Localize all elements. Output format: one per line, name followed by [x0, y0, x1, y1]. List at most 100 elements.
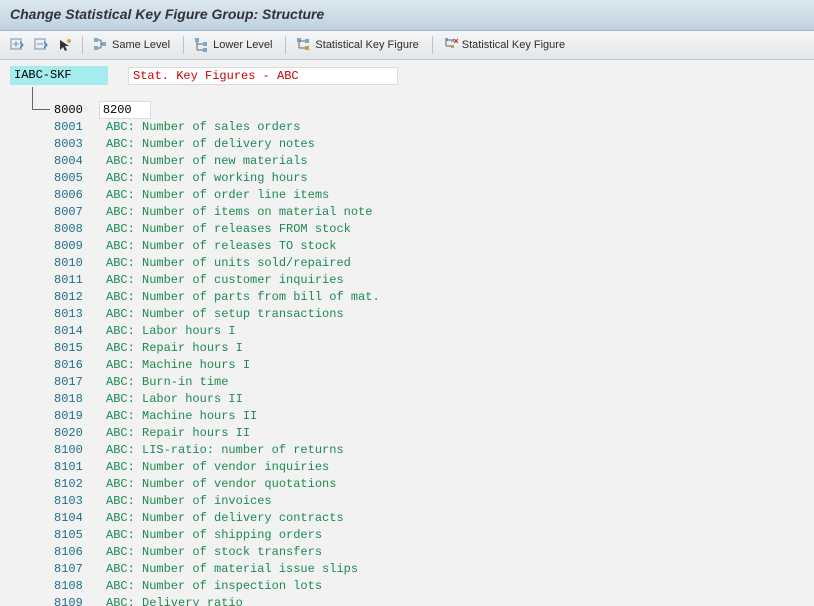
expand-all-button[interactable]	[6, 34, 28, 56]
stat-key-figure-row[interactable]: 8102 ABC: Number of vendor quotations	[54, 476, 814, 493]
stat-key-figure-row[interactable]: 8020ABC: Repair hours II	[54, 425, 814, 442]
stat-key-figure-row[interactable]: 8006 ABC: Number of order line items	[54, 187, 814, 204]
stat-key-figure-desc: ABC: Number of items on material note	[106, 205, 372, 219]
stat-key-figure-desc: ABC: Number of vendor quotations	[106, 477, 336, 491]
tree-line-horizontal	[32, 109, 50, 110]
collapse-all-icon	[34, 38, 48, 52]
stat-key-figure-row[interactable]: 8019 ABC: Machine hours II	[54, 408, 814, 425]
stat-key-figure-row[interactable]: 8109 ABC: Delivery ratio	[54, 595, 814, 606]
stat-key-figure-row[interactable]: 8105 ABC: Number of shipping orders	[54, 527, 814, 544]
stat-key-figure-code: 8016	[54, 357, 88, 374]
stat-key-figure-row[interactable]: 8100ABC: LIS-ratio: number of returns	[54, 442, 814, 459]
select-cursor-icon	[58, 38, 72, 52]
stat-key-figure-desc: ABC: Number of new materials	[106, 154, 308, 168]
stat-key-figure-code: 8106	[54, 544, 88, 561]
stat-key-figure-row[interactable]: 8009ABC: Number of releases TO stock	[54, 238, 814, 255]
stat-key-figure-remove-button[interactable]: Statistical Key Figure	[439, 34, 572, 56]
stat-key-figure-row[interactable]: 8017 ABC: Burn-in time	[54, 374, 814, 391]
stat-key-figure-code: 8019	[54, 408, 88, 425]
stat-key-figure-code: 8107	[54, 561, 88, 578]
stat-key-figure-row[interactable]: 8016 ABC: Machine hours I	[54, 357, 814, 374]
group-root-id: IABC-SKF	[10, 66, 108, 85]
page-title: Change Statistical Key Figure Group: Str…	[0, 0, 814, 31]
tree-content: IABC-SKF 8000 8001 ABC: Number of sales o…	[0, 60, 814, 606]
stat-key-figure-desc: ABC: Machine hours I	[106, 358, 250, 372]
stat-key-figure-code: 8018	[54, 391, 88, 408]
stat-key-figure-row[interactable]: 8012ABC: Number of parts from bill of ma…	[54, 289, 814, 306]
stat-key-figure-desc: ABC: Burn-in time	[106, 375, 228, 389]
group-root-description-input[interactable]	[128, 67, 398, 85]
stat-key-figure-row[interactable]: 8104ABC: Number of delivery contracts	[54, 510, 814, 527]
collapse-all-button[interactable]	[30, 34, 52, 56]
stat-key-figure-row[interactable]: 8015 ABC: Repair hours I	[54, 340, 814, 357]
stat-key-figure-desc: ABC: Number of working hours	[106, 171, 308, 185]
hierarchy-remove-icon	[444, 38, 458, 52]
stat-key-figure-desc: ABC: Number of customer inquiries	[106, 273, 344, 287]
stat-key-figure-code: 8109	[54, 595, 88, 606]
toolbar-separator	[183, 36, 184, 54]
stat-key-figure-row[interactable]: 8008ABC: Number of releases FROM stock	[54, 221, 814, 238]
group-root-row[interactable]: IABC-SKF	[10, 66, 814, 85]
stat-key-figure-row[interactable]: 8018 ABC: Labor hours II	[54, 391, 814, 408]
stat-key-figure-code: 8011	[54, 272, 88, 289]
stat-key-figure-code: 8008	[54, 221, 88, 238]
stat-key-figure-row[interactable]: 8010ABC: Number of units sold/repaired	[54, 255, 814, 272]
stat-key-figure-row[interactable]: 8103 ABC: Number of invoices	[54, 493, 814, 510]
same-level-button[interactable]: Same Level	[89, 34, 177, 56]
stat-key-figure-desc: ABC: Number of vendor inquiries	[106, 460, 329, 474]
stat-key-figure-desc: ABC: Number of sales orders	[106, 120, 300, 134]
stat-key-figure-row[interactable]: 8001 ABC: Number of sales orders	[54, 119, 814, 136]
stat-key-figure-desc: ABC: Number of order line items	[106, 188, 329, 202]
stat-key-figure-code: 8010	[54, 255, 88, 272]
expand-all-icon	[10, 38, 24, 52]
subgroup-range-end-input[interactable]	[99, 101, 151, 119]
stat-key-figure-code: 8103	[54, 493, 88, 510]
stat-key-figure-row[interactable]: 8107 ABC: Number of material issue slips	[54, 561, 814, 578]
stat-key-figure-desc: ABC: Number of setup transactions	[106, 307, 344, 321]
application-toolbar: Same Level Lower Level	[0, 31, 814, 60]
stat-key-figure-code: 8006	[54, 187, 88, 204]
subgroup-code: 8000	[54, 102, 83, 119]
stat-key-figure-desc: ABC: Machine hours II	[106, 409, 257, 423]
stat-key-figure-row[interactable]: 8003ABC: Number of delivery notes	[54, 136, 814, 153]
stat-key-figure-row[interactable]: 8005ABC: Number of working hours	[54, 170, 814, 187]
stat-key-figure-code: 8001	[54, 119, 88, 136]
hierarchy-same-level-icon	[94, 38, 108, 52]
stat-key-figure-desc: ABC: Repair hours I	[106, 341, 243, 355]
stat-key-figure-desc: ABC: Number of invoices	[106, 494, 272, 508]
toolbar-separator	[432, 36, 433, 54]
stat-key-figure-code: 8014	[54, 323, 88, 340]
stat-key-figure-row[interactable]: 8004ABC: Number of new materials	[54, 153, 814, 170]
stat-key-figure-desc: ABC: Number of stock transfers	[106, 545, 322, 559]
stat-key-figure-desc: ABC: Number of shipping orders	[106, 528, 322, 542]
stat-key-figure-desc: ABC: Labor hours II	[106, 392, 243, 406]
subgroup-row[interactable]: 8000	[10, 87, 814, 119]
stat-key-figure-code: 8009	[54, 238, 88, 255]
stat-key-figure-row[interactable]: 8106 ABC: Number of stock transfers	[54, 544, 814, 561]
stat-key-figure-insert-button[interactable]: Statistical Key Figure	[292, 34, 425, 56]
stat-key-figure-code: 8007	[54, 204, 88, 221]
tree-line-vertical	[32, 87, 33, 109]
stat-key-figure-row[interactable]: 8013ABC: Number of setup transactions	[54, 306, 814, 323]
stat-key-figure-row[interactable]: 8007 ABC: Number of items on material not…	[54, 204, 814, 221]
stat-key-figure-code: 8015	[54, 340, 88, 357]
stat-key-figure-row[interactable]: 8101 ABC: Number of vendor inquiries	[54, 459, 814, 476]
lower-level-button[interactable]: Lower Level	[190, 34, 279, 56]
stat-key-figure-code: 8100	[54, 442, 88, 459]
stat-key-figure-code: 8102	[54, 476, 88, 493]
stat-key-figure-code: 8101	[54, 459, 88, 476]
stat-key-figure-desc: ABC: Repair hours II	[106, 426, 250, 440]
stat-key-figure-code: 8105	[54, 527, 88, 544]
lower-level-label: Lower Level	[213, 39, 272, 51]
stat-key-figure-code: 8012	[54, 289, 88, 306]
stat-key-figure-row[interactable]: 8108ABC: Number of inspection lots	[54, 578, 814, 595]
stat-key-figure-code: 8104	[54, 510, 88, 527]
stat-key-figure-row[interactable]: 8011 ABC: Number of customer inquiries	[54, 272, 814, 289]
select-button[interactable]	[54, 34, 76, 56]
stat-key-figure-row[interactable]: 8014ABC: Labor hours I	[54, 323, 814, 340]
stat-key-figure-code: 8017	[54, 374, 88, 391]
stat-key-figure-code: 8003	[54, 136, 88, 153]
stat-key-figure-desc: ABC: Delivery ratio	[106, 596, 243, 606]
stat-key-figure-label: Statistical Key Figure	[315, 39, 418, 51]
stat-key-figure-desc: ABC: Number of material issue slips	[106, 562, 358, 576]
